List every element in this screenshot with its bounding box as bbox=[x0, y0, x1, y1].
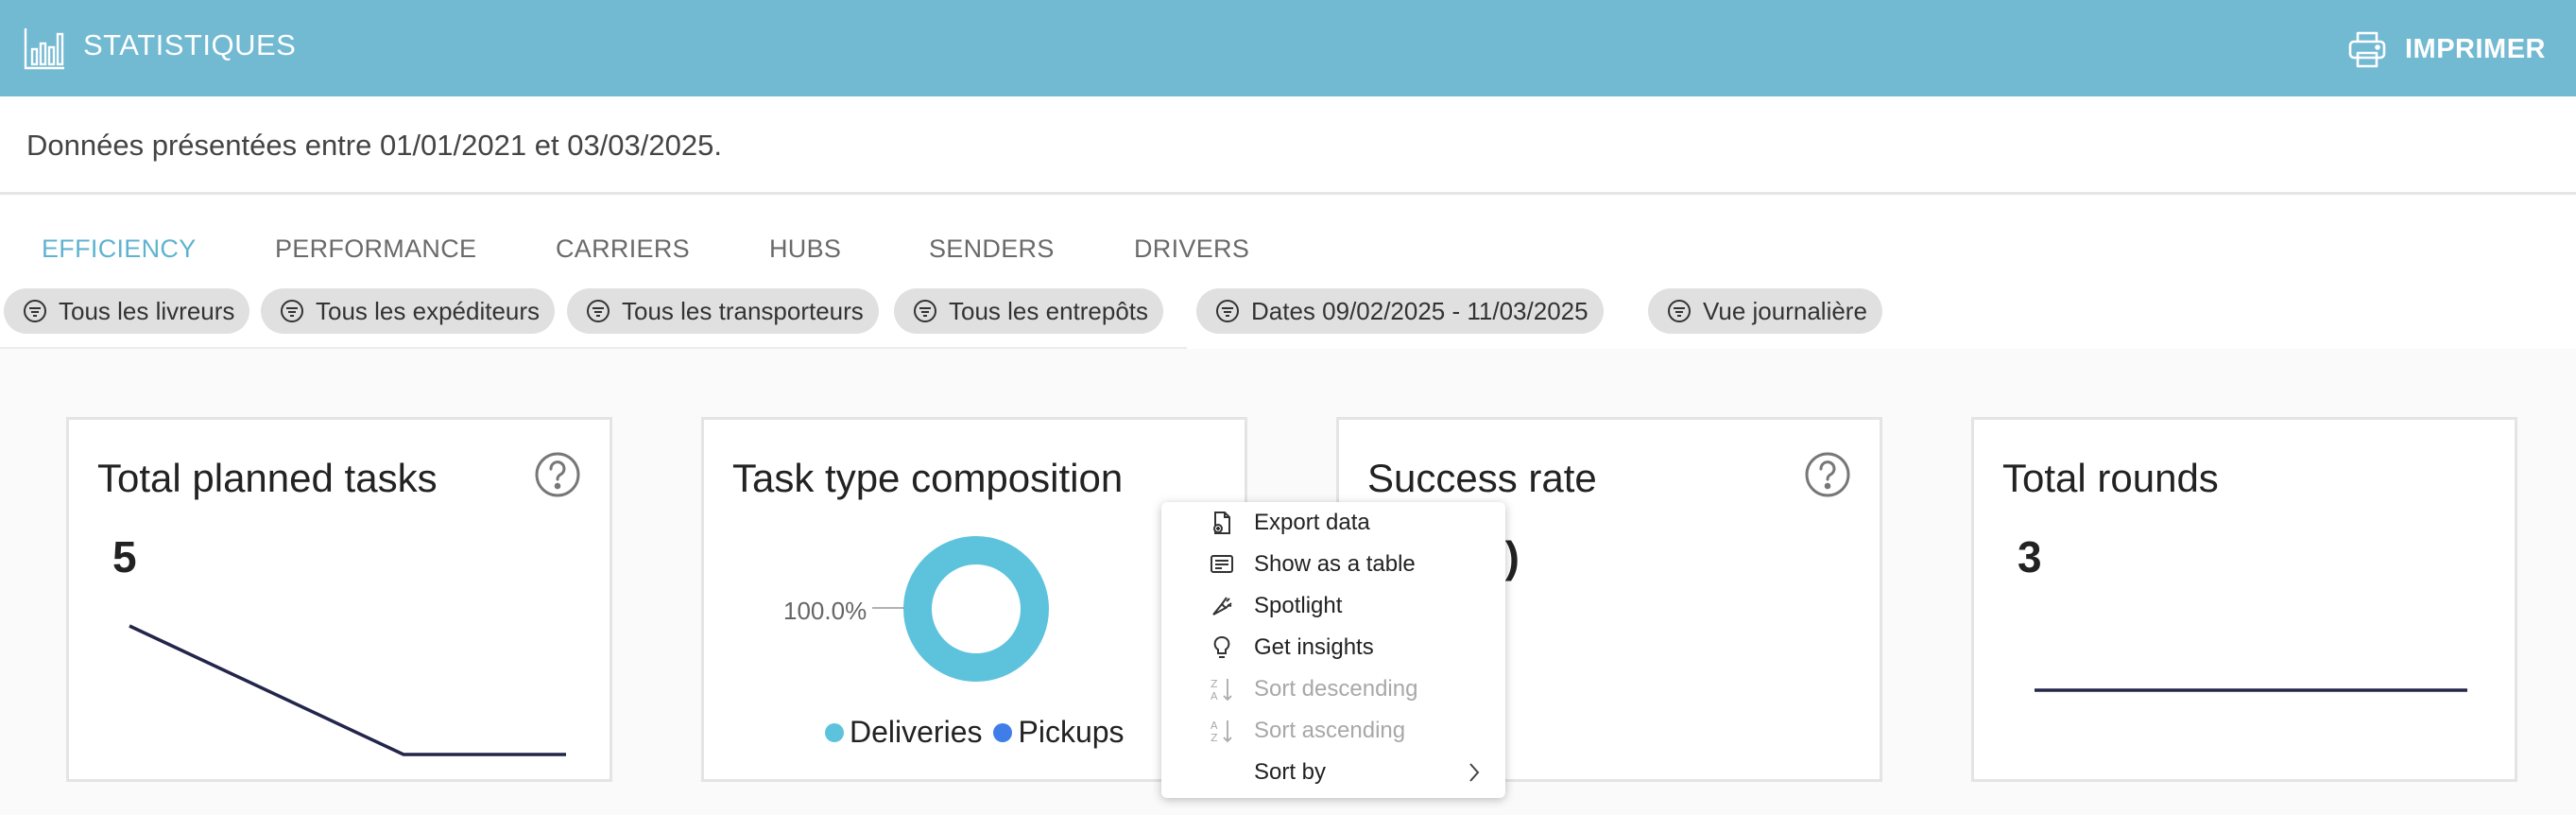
filter-icon bbox=[1216, 300, 1239, 322]
legend-dot bbox=[825, 722, 844, 742]
trend-line-chart bbox=[2035, 688, 2467, 692]
divider bbox=[0, 347, 1187, 349]
filter-icon bbox=[281, 300, 303, 322]
legend-label: Pickups bbox=[1018, 715, 1125, 749]
filter-chip-senders[interactable]: Tous les expéditeurs bbox=[261, 288, 556, 334]
trend-line-chart bbox=[129, 624, 566, 756]
chart-legend: Deliveries Pickups bbox=[825, 715, 1136, 750]
filter-chip-carriers[interactable]: Tous les transporteurs bbox=[567, 288, 879, 334]
legend-dot bbox=[993, 722, 1013, 742]
legend-item-pickups[interactable]: Pickups bbox=[993, 715, 1125, 750]
date-range-text: Données présentées entre 01/01/2021 et 0… bbox=[26, 129, 722, 162]
date-range-bar: Données présentées entre 01/01/2021 et 0… bbox=[0, 96, 2576, 195]
page-title: STATISTIQUES bbox=[83, 28, 297, 61]
tab-efficiency[interactable]: EFFICIENCY bbox=[42, 223, 197, 275]
menu-item-label: Get insights bbox=[1254, 634, 1374, 660]
filter-icon bbox=[587, 300, 610, 322]
tab-performance[interactable]: PERFORMANCE bbox=[275, 223, 476, 275]
filter-chip-hubs[interactable]: Tous les entrepôts bbox=[894, 288, 1164, 334]
filter-icon bbox=[914, 300, 936, 322]
filter-chip-label: Tous les entrepôts bbox=[949, 296, 1149, 325]
menu-item-label: Sort by bbox=[1254, 759, 1327, 785]
sort-desc-icon: Z A bbox=[1211, 678, 1232, 702]
menu-item-label: Spotlight bbox=[1254, 593, 1343, 618]
filter-chip-view[interactable]: Vue journalière bbox=[1648, 288, 1882, 334]
filter-chip-label: Tous les livreurs bbox=[59, 296, 235, 325]
context-menu: Export data Show as a table Spotlight Ge… bbox=[1161, 502, 1505, 798]
print-button[interactable]: IMPRIMER bbox=[2346, 25, 2576, 74]
filter-chip-label: Dates 09/02/2025 - 11/03/2025 bbox=[1251, 296, 1589, 325]
donut-percentage-label: 100.0% bbox=[783, 597, 867, 625]
menu-item-sort-by[interactable]: Sort by bbox=[1161, 752, 1505, 793]
bar-chart-icon bbox=[24, 28, 64, 70]
filter-chip-label: Tous les transporteurs bbox=[622, 296, 864, 325]
menu-item-label: Sort descending bbox=[1254, 676, 1418, 702]
filter-chip-drivers[interactable]: Tous les livreurs bbox=[4, 288, 250, 334]
lightbulb-icon bbox=[1213, 636, 1230, 658]
filter-chip-label: Tous les expéditeurs bbox=[316, 296, 541, 325]
trend-line bbox=[129, 624, 566, 756]
legend-item-deliveries[interactable]: Deliveries bbox=[825, 715, 982, 750]
filter-icon bbox=[1668, 300, 1691, 322]
svg-text:A: A bbox=[1211, 690, 1218, 702]
table-icon bbox=[1211, 555, 1233, 573]
print-label: IMPRIMER bbox=[2405, 33, 2546, 64]
filter-chip-dates[interactable]: Dates 09/02/2025 - 11/03/2025 bbox=[1196, 288, 1604, 334]
chevron-right-icon bbox=[1469, 763, 1480, 782]
svg-text:A: A bbox=[1211, 720, 1218, 732]
help-icon[interactable] bbox=[1804, 451, 1851, 498]
svg-text:Z: Z bbox=[1211, 732, 1218, 744]
card-title: Success rate bbox=[1367, 456, 1597, 500]
tab-senders[interactable]: SENDERS bbox=[929, 223, 1055, 275]
tab-carriers[interactable]: CARRIERS bbox=[556, 223, 690, 275]
menu-item-label: Export data bbox=[1254, 510, 1370, 535]
donut-slice-deliveries bbox=[903, 536, 1049, 682]
tab-hubs[interactable]: HUBS bbox=[769, 223, 841, 275]
menu-item-sort-descending[interactable]: Z A Sort descending bbox=[1161, 668, 1505, 710]
menu-item-show-as-table[interactable]: Show as a table bbox=[1161, 544, 1505, 585]
filter-chip-label: Vue journalière bbox=[1703, 296, 1867, 325]
sort-asc-icon: A Z bbox=[1211, 720, 1232, 744]
spotlight-icon bbox=[1212, 597, 1232, 616]
printer-icon bbox=[2348, 31, 2386, 68]
menu-item-get-insights[interactable]: Get insights bbox=[1161, 627, 1505, 668]
tab-drivers[interactable]: DRIVERS bbox=[1134, 223, 1249, 275]
menu-item-export-data[interactable]: Export data bbox=[1161, 502, 1505, 544]
app-header: STATISTIQUES IMPRIMER bbox=[0, 0, 2576, 96]
legend-label: Deliveries bbox=[850, 715, 983, 749]
card-total-rounds: Total rounds 3 bbox=[1971, 417, 2517, 782]
export-icon bbox=[1213, 512, 1230, 534]
card-total-planned-tasks: Total planned tasks 5 bbox=[66, 417, 612, 782]
filter-icon bbox=[24, 300, 46, 322]
svg-text:Z: Z bbox=[1211, 678, 1218, 690]
menu-item-spotlight[interactable]: Spotlight bbox=[1161, 585, 1505, 627]
menu-item-sort-ascending[interactable]: A Z Sort ascending bbox=[1161, 710, 1505, 752]
menu-item-label: Sort ascending bbox=[1254, 718, 1406, 743]
menu-item-label: Show as a table bbox=[1254, 551, 1416, 577]
tabs-and-filters: EFFICIENCY PERFORMANCE CARRIERS HUBS SEN… bbox=[0, 195, 2576, 349]
